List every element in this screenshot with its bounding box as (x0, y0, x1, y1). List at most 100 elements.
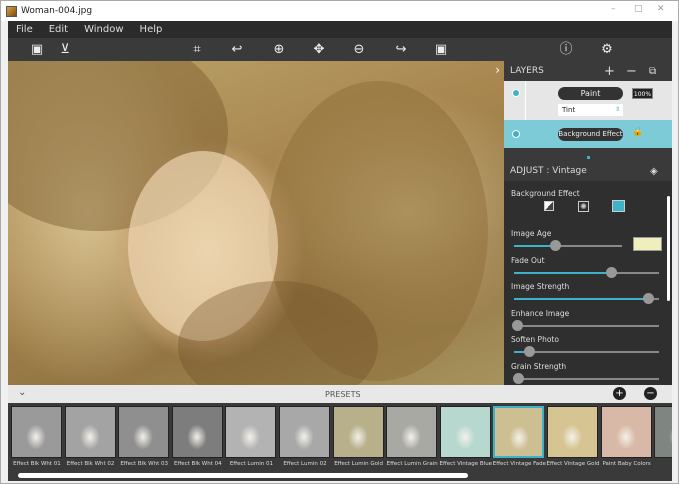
add-layer-button[interactable]: + (604, 64, 615, 79)
layer-visibility-toggle[interactable] (512, 130, 520, 138)
slider-track[interactable] (512, 319, 659, 331)
adjust-header: ADJUST : Vintage ◈ (504, 161, 672, 181)
preset-thumbnail[interactable] (11, 406, 62, 458)
rotate-left-icon[interactable]: ↩ (228, 41, 246, 58)
presets-title: PRESETS (325, 390, 361, 399)
slider-handle[interactable] (642, 293, 654, 304)
app-icon (6, 5, 17, 17)
collapse-panel-chevron-icon[interactable]: › (495, 63, 500, 77)
collapse-presets-chevron-icon[interactable]: ⌄ (18, 387, 26, 398)
preset-thumbnail[interactable] (386, 406, 438, 458)
zoom-out-icon[interactable]: ⊖ (350, 41, 368, 58)
preset-thumbnail[interactable] (118, 406, 170, 458)
right-panel: LAYERS + − ⧉ Paint 100% Tint ⇕ Backgroun… (504, 61, 672, 385)
image-canvas[interactable]: › (8, 61, 504, 385)
remove-layer-button[interactable]: − (626, 64, 637, 79)
zoom-in-icon[interactable]: ⊕ (270, 41, 288, 58)
preset-label: Effect Blk Wht 01 (13, 461, 61, 467)
preset-thumbnail[interactable] (64, 406, 116, 458)
preset-thumbnail[interactable] (600, 406, 652, 458)
texture-effect-button[interactable]: ✺ (578, 201, 589, 212)
slider-track[interactable] (514, 240, 622, 251)
slider-handle[interactable] (512, 319, 523, 331)
preset-label: Paint Baby Colors (602, 461, 651, 467)
preset-label: Effect Blk Wht 04 (173, 461, 222, 467)
maximize-button[interactable]: □ (634, 4, 643, 14)
title-bar: Woman-004.jpg – □ ✕ (1, 1, 678, 21)
toolbar: ▣ ⊻ ⌗ ↩ ⊕ ✥ ⊖ ↪ ▣ ⓘ ⚙ (8, 38, 672, 61)
preset-label: Paint (653, 460, 672, 468)
add-preset-button[interactable]: + (613, 387, 626, 400)
preset-label: Effect Lumin 01 (229, 461, 273, 467)
layer-visibility-toggle[interactable] (512, 89, 520, 97)
menu-file[interactable]: File (16, 24, 33, 35)
layers-header: LAYERS + − ⧉ (504, 61, 672, 81)
slider-label: Grain Strength (511, 361, 567, 371)
preset-label: Effect Blk Wht 02 (66, 461, 115, 467)
slider-label: Image Age (511, 229, 552, 238)
slider-label: Enhance Image (511, 308, 570, 318)
reset-icon[interactable]: ◈ (650, 166, 658, 177)
layer-name[interactable]: Background Effect (558, 128, 623, 141)
slider-track[interactable] (514, 293, 659, 304)
menu-bar: File Edit Window Help (8, 21, 672, 38)
menu-edit[interactable]: Edit (49, 24, 68, 35)
blend-mode-select[interactable]: Tint ⇕ (558, 104, 623, 116)
menu-window[interactable]: Window (84, 24, 123, 35)
presets-scrollbar[interactable] (18, 473, 468, 478)
preset-label: Effect Vintage Blue (439, 461, 493, 467)
save-icon[interactable]: ⊻ (56, 41, 74, 58)
preset-thumbnail[interactable] (439, 406, 491, 458)
close-button[interactable]: ✕ (657, 4, 665, 14)
adjust-title: ADJUST : Vintage (510, 166, 587, 176)
layer-opacity[interactable]: 100% (632, 88, 653, 99)
preset-thumbnail[interactable] (279, 406, 330, 458)
slider-handle[interactable] (606, 266, 618, 278)
adjust-scrollbar[interactable] (667, 196, 670, 301)
slider-track[interactable] (514, 346, 659, 357)
preset-thumbnail[interactable] (171, 406, 223, 458)
slider-track[interactable] (514, 266, 659, 278)
lock-icon: 🔒 (632, 127, 644, 137)
slider-fill (514, 245, 552, 247)
settings-icon[interactable]: ⚙ (598, 41, 616, 58)
layer-paint[interactable]: Paint 100% Tint ⇕ (504, 81, 672, 120)
info-icon[interactable]: ⓘ (557, 41, 575, 58)
presets-header: ⌄ PRESETS + − (8, 385, 672, 403)
duplicate-layer-button[interactable]: ⧉ (649, 66, 656, 77)
rotate-right-icon[interactable]: ↪ (392, 41, 410, 58)
preset-label: Effect Lumin Grain (386, 461, 438, 467)
slider-handle[interactable] (513, 372, 525, 384)
preset-label: Effect Vintage Gold (546, 461, 600, 467)
window-title: Woman-004.jpg (21, 6, 93, 16)
remove-preset-button[interactable]: − (644, 387, 657, 400)
menu-help[interactable]: Help (140, 24, 163, 35)
preset-thumbnail[interactable] (225, 406, 277, 458)
preset-thumbnail[interactable] (332, 406, 384, 458)
open-image-icon[interactable]: ▣ (28, 41, 46, 58)
bw-effect-button[interactable] (544, 201, 554, 211)
crop-icon[interactable]: ⌗ (188, 41, 206, 58)
app-window: Woman-004.jpg – □ ✕ File Edit Window Hel… (0, 0, 679, 484)
layer-name[interactable]: Paint (558, 87, 623, 100)
preset-label: Effect Lumin 02 (283, 461, 327, 467)
preset-thumbnail[interactable] (493, 406, 545, 458)
fit-image-icon[interactable]: ▣ (432, 41, 450, 58)
layer-background-effect[interactable]: Background Effect 🔒 (504, 120, 672, 148)
color-effect-button[interactable] (612, 200, 625, 212)
slider-fill (514, 298, 645, 300)
preset-thumbnail[interactable] (547, 406, 598, 458)
preset-thumbnail[interactable] (654, 406, 672, 458)
age-color-swatch[interactable] (633, 237, 662, 251)
pan-icon[interactable]: ✥ (310, 41, 328, 58)
slider-handle[interactable] (549, 240, 561, 251)
minimize-button[interactable]: – (611, 4, 616, 14)
slider-handle[interactable] (523, 346, 535, 357)
slider-track[interactable] (513, 372, 659, 384)
slider-label: Soften Photo (511, 335, 559, 344)
presets-strip: Effect Blk Wht 01 Effect Blk Wht 02 Effect… (8, 403, 672, 481)
select-arrows-icon: ⇕ (614, 106, 620, 113)
layers-title: LAYERS (510, 66, 544, 76)
layers-resize-handle[interactable] (504, 148, 672, 161)
adjust-panel: ADJUST : Vintage ◈ Background Effect ✺ I… (504, 161, 672, 385)
